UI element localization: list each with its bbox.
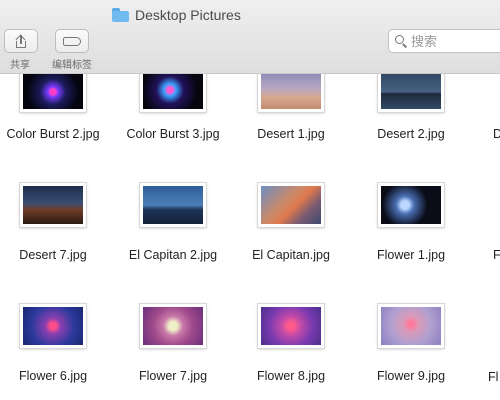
window-title: Desktop Pictures xyxy=(112,6,241,24)
file-thumbnail xyxy=(140,304,206,348)
file-grid: Color Burst 2.jpg Color Burst 3.jpg Dese… xyxy=(0,74,500,400)
file-thumbnail xyxy=(258,304,324,348)
file-name: Flower 7.jpg xyxy=(138,369,208,383)
file-item[interactable]: El Capitan.jpg xyxy=(231,134,351,262)
file-thumbnail xyxy=(378,74,444,112)
share-icon xyxy=(15,34,27,48)
file-thumbnail xyxy=(258,74,324,112)
file-item[interactable]: Desert 2.jpg xyxy=(351,74,471,141)
search-icon xyxy=(395,35,408,48)
file-item[interactable]: Color Burst 2.jpg xyxy=(0,74,113,141)
file-thumbnail xyxy=(20,183,86,227)
file-name-partial[interactable]: Fl xyxy=(488,370,498,384)
file-name-partial[interactable]: D xyxy=(493,127,500,141)
file-item[interactable]: Flower 6.jpg xyxy=(0,254,113,383)
file-thumbnail xyxy=(140,74,206,112)
file-item[interactable]: Desert 1.jpg xyxy=(231,74,351,141)
tag-icon xyxy=(63,36,81,46)
file-name: Flower 6.jpg xyxy=(18,369,88,383)
file-thumbnail xyxy=(20,74,86,112)
finder-toolbar: Desktop Pictures 共享 编辑标签 xyxy=(0,0,500,74)
search-field[interactable] xyxy=(388,29,500,53)
file-thumbnail xyxy=(378,183,444,227)
share-button[interactable] xyxy=(4,29,38,53)
file-item[interactable]: Desert 7.jpg xyxy=(0,134,113,262)
edit-tags-label: 编辑标签 xyxy=(52,60,92,71)
search-input[interactable] xyxy=(411,33,500,49)
file-thumbnail xyxy=(20,304,86,348)
file-item[interactable]: Flower 8.jpg xyxy=(231,254,351,383)
file-name: Flower 9.jpg xyxy=(376,369,446,383)
file-thumbnail xyxy=(140,183,206,227)
file-name-partial[interactable]: F xyxy=(493,248,500,262)
file-item[interactable]: Flower 1.jpg xyxy=(351,134,471,262)
file-name: Flower 8.jpg xyxy=(256,369,326,383)
file-item[interactable]: El Capitan 2.jpg xyxy=(113,134,233,262)
file-thumbnail xyxy=(378,304,444,348)
folder-icon xyxy=(112,8,129,22)
share-label: 共享 xyxy=(10,60,30,71)
file-item[interactable]: Flower 7.jpg xyxy=(113,254,233,383)
edit-tags-button[interactable] xyxy=(55,29,89,53)
window-title-text: Desktop Pictures xyxy=(135,7,241,23)
file-thumbnail xyxy=(258,183,324,227)
file-item[interactable]: Color Burst 3.jpg xyxy=(113,74,233,141)
file-item[interactable]: Flower 9.jpg xyxy=(351,254,471,383)
